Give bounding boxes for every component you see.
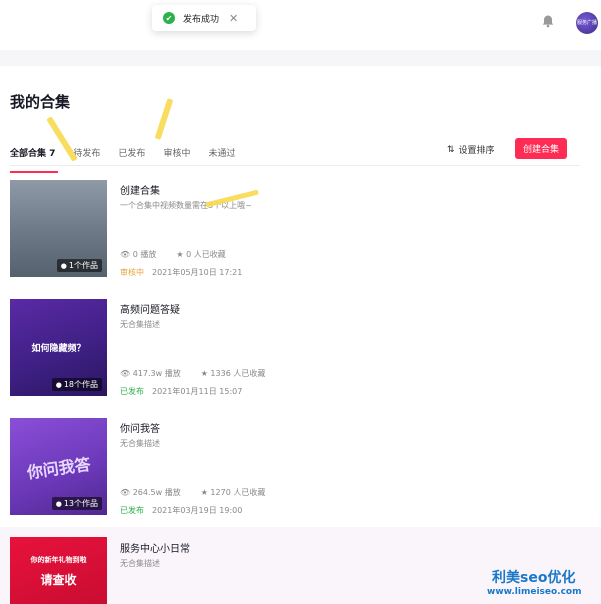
avatar[interactable]: 服务广播 xyxy=(576,12,598,34)
publish-date: 2021年01月11日 15:07 xyxy=(152,387,243,396)
collection-desc: 无合集描述 xyxy=(120,439,160,448)
collection-title[interactable]: 你问我答 xyxy=(120,420,160,435)
success-toast: ✔ 发布成功 ✕ xyxy=(152,5,256,31)
collection-desc: 无合集描述 xyxy=(120,320,160,329)
avatar-text: 服务广播 xyxy=(576,19,597,26)
top-bar xyxy=(0,0,601,50)
work-count-badge: ● 13个作品 xyxy=(51,497,102,510)
tab-pending[interactable]: 待发布 xyxy=(73,146,100,164)
collection-title[interactable]: 创建合集 xyxy=(120,182,160,197)
fav-count: ★ 0 人已收藏 xyxy=(176,250,226,259)
collection-status-line: 审核中 2021年05月10日 17:21 xyxy=(120,267,242,278)
status-badge: 审核中 xyxy=(120,268,144,277)
publish-date: 2021年03月19日 19:00 xyxy=(152,506,243,515)
collection-thumbnail[interactable]: 如何隐藏频？ ● 18个作品 xyxy=(10,299,107,396)
header-divider-band xyxy=(0,50,601,66)
toast-text: 发布成功 xyxy=(183,14,220,25)
page-title: 我的合集 xyxy=(10,93,71,111)
tabs-divider xyxy=(10,165,580,166)
collection-stats: 👁 417.3w 播放 ★ 1336 人已收藏 xyxy=(120,368,285,379)
close-icon[interactable]: ✕ xyxy=(229,12,238,25)
stack-icon: ● xyxy=(55,499,62,508)
watermark-url: www.limeiseo.com xyxy=(487,587,582,597)
fav-count: ★ 1336 人已收藏 xyxy=(200,369,266,378)
collection-desc: 一个合集中视频数量需在3个以上哦~ xyxy=(120,201,252,210)
bell-icon[interactable] xyxy=(541,14,555,28)
play-count: 👁 0 播放 xyxy=(120,250,157,259)
collection-stats: 👁 0 播放 ★ 0 人已收藏 xyxy=(120,249,246,260)
play-count: 👁 264.5w 播放 xyxy=(120,488,181,497)
tab-rejected[interactable]: 未通过 xyxy=(208,146,235,164)
collection-desc: 无合集描述 xyxy=(120,559,160,568)
stack-icon: ● xyxy=(55,380,62,389)
create-collection-button[interactable]: 创建合集 xyxy=(515,138,567,159)
collection-status-line: 已发布 2021年01月11日 15:07 xyxy=(120,386,242,397)
publish-date: 2021年05月10日 17:21 xyxy=(152,268,243,277)
thumbnail-text: 请查收 xyxy=(40,573,77,587)
sort-icon: ⇅ xyxy=(447,144,455,155)
status-badge: 已发布 xyxy=(120,506,144,515)
tab-all[interactable]: 全部合集 7 xyxy=(10,146,59,173)
watermark-title: 利美seo优化 xyxy=(492,570,576,586)
fav-count: ★ 1270 人已收藏 xyxy=(200,488,266,497)
work-count-badge: ● 18个作品 xyxy=(51,378,102,391)
status-badge: 已发布 xyxy=(120,387,144,396)
collection-stats: 👁 264.5w 播放 ★ 1270 人已收藏 xyxy=(120,487,285,498)
sort-label: 设置排序 xyxy=(458,146,495,156)
sort-button[interactable]: ⇅ 设置排序 xyxy=(447,143,495,157)
work-count-badge: ● 1个作品 xyxy=(56,259,102,272)
collection-title[interactable]: 服务中心小日常 xyxy=(120,540,190,555)
stack-icon: ● xyxy=(60,261,67,270)
collection-tabs: 全部合集 7 待发布 已发布 审核中 未通过 xyxy=(10,146,253,173)
collection-thumbnail[interactable]: 你问我答 ● 13个作品 xyxy=(10,418,107,515)
tab-reviewing[interactable]: 审核中 xyxy=(163,146,190,164)
annotation-mark xyxy=(154,98,174,140)
collection-thumbnail[interactable]: ● 1个作品 xyxy=(10,180,107,277)
collection-thumbnail[interactable]: 你的新年礼物到啦 请查收 xyxy=(10,537,107,604)
play-count: 👁 417.3w 播放 xyxy=(120,369,181,378)
collection-title[interactable]: 高频问题答疑 xyxy=(120,301,180,316)
collection-row[interactable]: ● 1个作品 创建合集 一个合集中视频数量需在3个以上哦~ 👁 0 播放 ★ 0… xyxy=(0,180,601,298)
tab-published[interactable]: 已发布 xyxy=(118,146,145,164)
check-circle-icon: ✔ xyxy=(163,12,175,24)
thumbnail-text: 你的新年礼物到啦 xyxy=(30,556,87,564)
collection-row[interactable]: 如何隐藏频？ ● 18个作品 高频问题答疑 无合集描述 👁 417.3w 播放 … xyxy=(0,299,601,417)
collection-row[interactable]: 你问我答 ● 13个作品 你问我答 无合集描述 👁 264.5w 播放 ★ 12… xyxy=(0,418,601,536)
collection-status-line: 已发布 2021年03月19日 19:00 xyxy=(120,505,242,516)
